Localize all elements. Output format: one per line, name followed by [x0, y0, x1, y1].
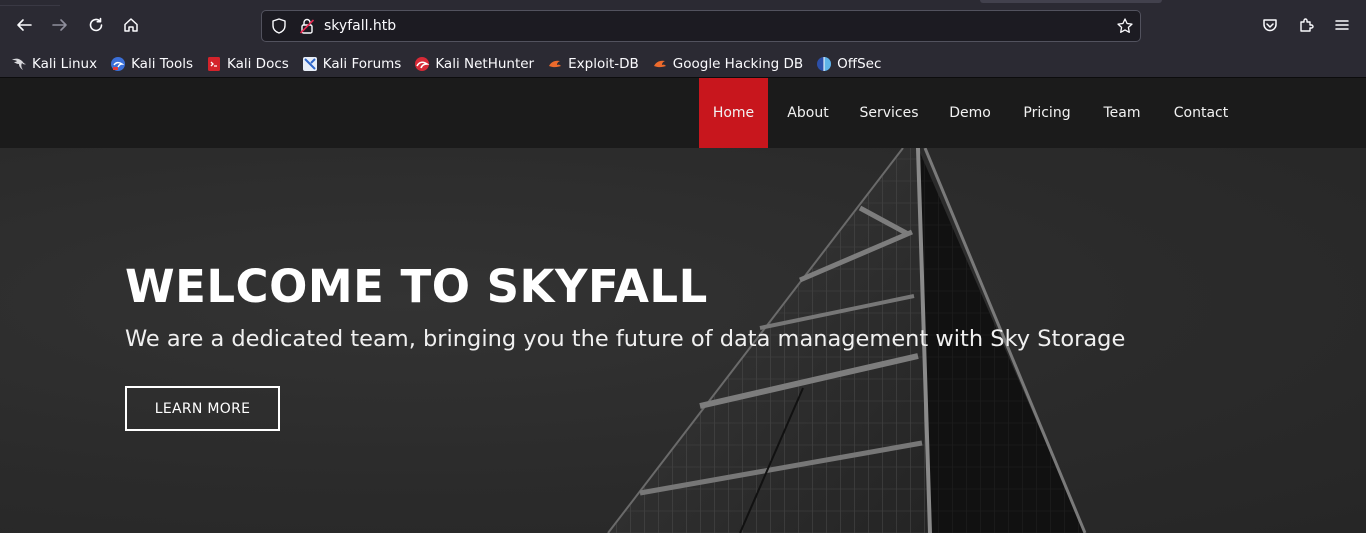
bookmark-label: Kali Docs	[227, 55, 289, 72]
learn-more-button[interactable]: LEARN MORE	[125, 386, 280, 431]
pocket-button[interactable]	[1256, 11, 1284, 39]
offsec-icon	[817, 56, 832, 71]
bookmark-label: Exploit-DB	[568, 55, 639, 72]
nav-demo[interactable]: Demo	[940, 78, 1000, 148]
kali-tools-icon	[111, 56, 126, 71]
kali-docs-icon	[208, 56, 220, 71]
back-button[interactable]	[10, 11, 38, 39]
bookmark-label: Kali Linux	[32, 55, 98, 72]
bookmark-kali-linux[interactable]: Kali Linux	[11, 53, 97, 75]
nav-contact[interactable]: Contact	[1164, 78, 1238, 148]
bookmark-exploit-db[interactable]: Exploit-DB	[547, 53, 639, 75]
app-menu-button[interactable]	[1328, 11, 1356, 39]
url-text[interactable]: skyfall.htb	[324, 17, 396, 35]
nav-services[interactable]: Services	[852, 78, 926, 148]
bookmark-kali-forums[interactable]: Kali Forums	[302, 53, 402, 75]
site-navbar: Home About Services Demo Pricing Team Co…	[0, 78, 1366, 148]
kali-nethunter-icon	[415, 56, 430, 71]
pocket-icon	[1263, 19, 1277, 32]
forward-arrow-icon	[52, 19, 67, 31]
reload-icon	[89, 17, 103, 32]
bookmark-label: Google Hacking DB	[672, 55, 804, 72]
hero-subtitle: We are a dedicated team, bringing you th…	[125, 326, 1126, 352]
kali-dragon-icon	[12, 58, 26, 70]
insecure-lock-icon[interactable]	[298, 17, 316, 35]
home-button[interactable]	[117, 11, 145, 39]
kali-forums-icon	[302, 56, 317, 71]
hero-title: WELCOME TO SKYFALL	[125, 260, 708, 313]
back-arrow-icon	[17, 19, 32, 31]
bookmark-google-hacking-db[interactable]: Google Hacking DB	[652, 53, 803, 75]
nav-home[interactable]: Home	[699, 78, 768, 148]
bookmark-kali-tools[interactable]: Kali Tools	[110, 53, 193, 75]
extensions-button[interactable]	[1292, 11, 1320, 39]
puzzle-piece-icon	[1300, 18, 1314, 32]
bookmark-label: OffSec	[837, 55, 882, 72]
bookmark-kali-docs[interactable]: Kali Docs	[206, 53, 289, 75]
nav-about[interactable]: About	[776, 78, 840, 148]
hamburger-menu-icon	[1335, 20, 1349, 30]
bookmark-offsec[interactable]: OffSec	[816, 53, 881, 75]
bookmarks-bar: Kali Linux Kali Tools Kali Docs Kali For…	[0, 50, 1366, 78]
url-bar[interactable]: skyfall.htb	[261, 10, 1141, 42]
bookmark-label: Kali Forums	[322, 55, 402, 72]
hero-section: WELCOME TO SKYFALL We are a dedicated te…	[0, 148, 1366, 533]
web-page: Home About Services Demo Pricing Team Co…	[0, 78, 1366, 533]
tab-strip-remnant	[980, 0, 1162, 3]
bookmark-label: Kali Tools	[131, 55, 193, 72]
exploit-db-icon	[549, 60, 562, 67]
tab-strip-edge	[0, 0, 60, 6]
home-icon	[124, 18, 138, 32]
browser-toolbar: skyfall.htb	[0, 0, 1366, 50]
bookmark-label: Kali NetHunter	[435, 55, 535, 72]
reload-button[interactable]	[82, 11, 110, 39]
tracking-shield-icon[interactable]	[270, 17, 288, 35]
google-hacking-db-icon	[653, 60, 666, 67]
bookmark-kali-nethunter[interactable]: Kali NetHunter	[414, 53, 534, 75]
bookmark-star-icon[interactable]	[1116, 17, 1134, 35]
nav-pricing[interactable]: Pricing	[1014, 78, 1080, 148]
forward-button[interactable]	[46, 11, 74, 39]
nav-team[interactable]: Team	[1094, 78, 1150, 148]
